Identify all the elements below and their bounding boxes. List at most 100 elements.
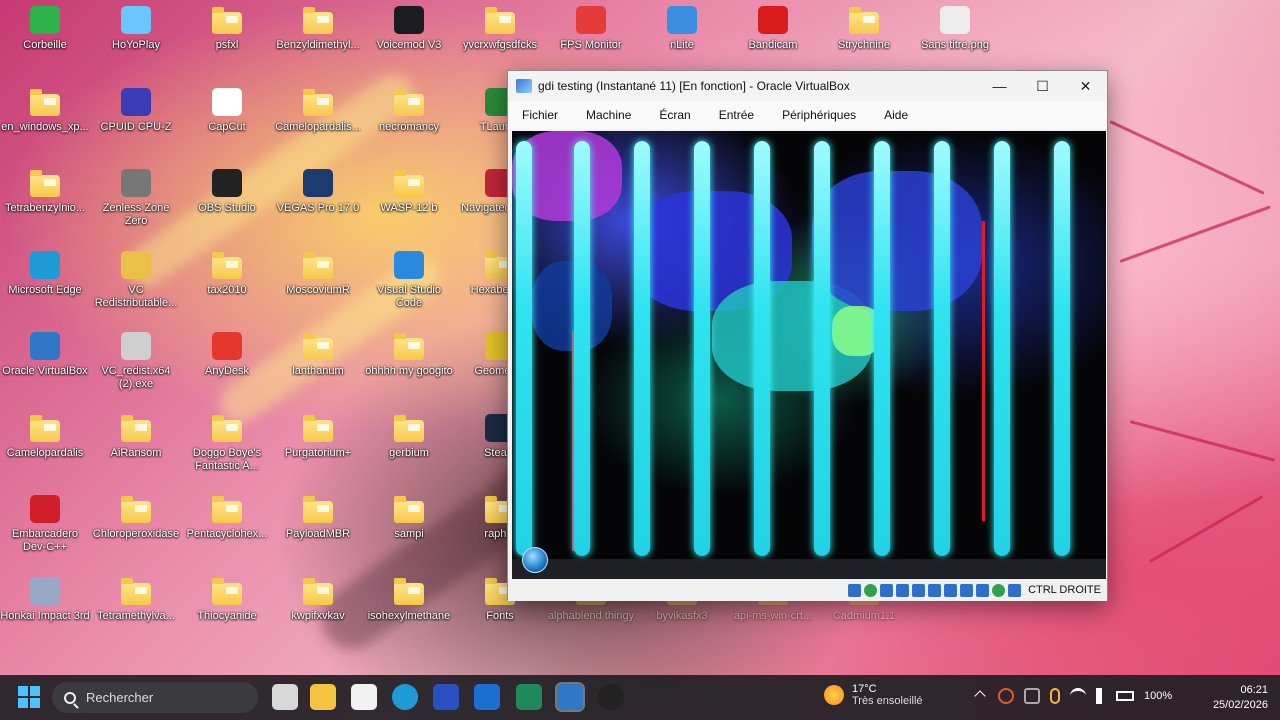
mouse-integration-icon[interactable] [992,583,1006,597]
shared-folders-icon[interactable] [928,583,942,597]
glitch-bar [874,141,890,556]
cpu-icon[interactable] [976,583,990,597]
volume-icon[interactable] [1096,688,1106,704]
maximize-button[interactable]: ☐ [1021,71,1064,101]
desktop-icon[interactable]: isohexylmethane [364,577,454,657]
menu-entree[interactable]: Entrée [705,108,768,122]
folder-icon [303,7,333,34]
chevron-up-icon[interactable] [974,690,986,702]
desktop-icon-label: CPUID CPU-Z [100,120,172,133]
desktop-icon[interactable]: Tetramethylva... [91,577,181,657]
desktop-icon[interactable]: Honkai Impact 3rd [0,576,90,657]
desktop-icon[interactable]: VC_redist.x64 (2).exe [91,332,181,412]
app-icon [30,6,60,34]
close-button[interactable]: ✕ [1064,71,1107,101]
desktop-icon[interactable]: psfxl [182,6,272,86]
desktop-icon[interactable]: Corbeille [0,6,90,86]
desktop-icon-label: Strychnine [838,39,890,51]
desktop-icon[interactable]: WASP-12 b [364,169,454,249]
desktop-icon[interactable]: VC Redistributable... [91,250,181,331]
glitch-bar [516,141,532,556]
desktop-icon[interactable]: AiRansom [91,414,181,494]
battery-icon[interactable] [1116,691,1134,701]
microphone-icon[interactable] [1050,688,1060,704]
desktop-icon[interactable]: sampi [364,495,454,575]
edge-icon[interactable] [392,684,418,710]
desktop-icon-label: FPS Monitor [560,39,622,51]
desktop-icon[interactable]: Camelopardalis... [273,88,363,168]
vm-taskbar [512,559,1106,579]
desktop-icon[interactable]: Benzyldimethyl... [273,6,363,86]
weather-temp: 17°C [852,683,877,695]
menu-ecran[interactable]: Écran [645,108,704,122]
desktop-icon[interactable]: Tetrabenzylnio... [0,169,90,249]
vscode-like-icon[interactable] [516,684,542,710]
desktop-icon[interactable]: Microsoft Edge [0,250,90,331]
desktop-icon[interactable]: CPUID CPU-Z [91,87,181,168]
task-view-icon[interactable] [272,684,298,710]
obs-taskbar-icon[interactable] [598,684,624,710]
start-button[interactable] [18,686,40,708]
display-icon[interactable] [944,583,958,597]
minimize-button[interactable]: — [978,71,1021,101]
desktop-icon[interactable]: Oracle VirtualBox [0,332,90,412]
desktop-icon[interactable]: gerbium [364,414,454,494]
glitch-bar [574,141,590,556]
menu-machine[interactable]: Machine [572,108,645,122]
desktop-icon[interactable]: Voicemod V3 [364,6,454,86]
vm-start-orb-icon[interactable] [522,547,548,573]
desktop-icon[interactable]: en_windows_xp... [0,88,90,168]
desktop-icon[interactable]: Doggo Boye's Fantastic A... [182,414,272,494]
desktop-icon[interactable]: AnyDesk [182,332,272,412]
hard-disk-icon[interactable] [848,583,862,597]
desktop-icon[interactable]: Camelopardalis [0,414,90,494]
desktop-icon[interactable]: Purgatorium+ [273,414,363,494]
menu-peripheriques[interactable]: Périphériques [768,108,870,122]
desktop-icon[interactable]: PayloadMBR [273,495,363,575]
desktop-icon[interactable]: Zenless Zone Zero [91,169,181,249]
virtualbox-window[interactable]: gdi testing (Instantané 11) [En fonction… [507,70,1108,601]
folder-icon [121,414,151,442]
desktop-icon[interactable]: HoYoPlay [91,6,181,86]
recording-icon[interactable] [960,583,974,597]
file-explorer-icon[interactable] [310,684,336,710]
weather-desc: Très ensoleillé [852,695,923,707]
keyboard-icon[interactable] [1008,583,1022,597]
vegas-icon[interactable] [433,684,459,710]
wifi-icon[interactable] [1070,688,1086,704]
desktop-icon[interactable]: MoscoviumR [273,251,363,331]
clock[interactable]: 06:21 25/02/2026 [1213,683,1268,713]
store-icon[interactable] [351,684,377,710]
desktop-icon[interactable]: Embarcadero Dev-C++ [0,495,90,575]
desktop-icon[interactable]: Pentacyclohex... [182,495,272,575]
desktop-icon[interactable]: Chloroperoxidase [91,495,181,575]
desktop-icon[interactable]: ohhhh my googito [364,332,454,412]
vm-display[interactable] [512,131,1106,579]
menu-fichier[interactable]: Fichier [508,108,572,122]
search-box[interactable]: Rechercher [52,682,258,713]
weather-widget[interactable]: 17°C Très ensoleillé [824,683,923,707]
desktop-icon[interactable]: OBS Studio [182,169,272,249]
optical-drive-icon[interactable] [864,583,878,597]
desktop-icon[interactable]: kwpifxvkav [273,577,363,657]
menu-aide[interactable]: Aide [870,108,922,122]
outlook-icon[interactable] [474,684,500,710]
desktop-icon[interactable]: Thiocyanide [182,577,272,657]
usb-icon[interactable] [912,583,926,597]
desktop-icon-label: Camelopardalis... [275,120,361,133]
desktop-icon[interactable]: lanthanum [273,332,363,412]
network-icon[interactable] [896,583,910,597]
audio-icon[interactable] [880,583,894,597]
desktop-icon[interactable]: necromancy [364,88,454,168]
notifications-off-icon[interactable] [1024,688,1040,704]
folder-icon [485,7,515,34]
app-icon [121,332,151,360]
desktop-icon[interactable]: tax2010 [182,251,272,331]
desktop-icon[interactable]: VEGAS Pro 17.0 [273,169,363,249]
desktop-icon[interactable]: Visual Studio Code [364,250,454,331]
virtualbox-taskbar-icon[interactable] [555,682,585,712]
desktop-icon[interactable]: CapCut [182,87,272,168]
desktop-icon-label: Benzyldimethyl... [276,39,360,51]
window-titlebar[interactable]: gdi testing (Instantané 11) [En fonction… [508,71,1107,101]
sync-icon[interactable] [998,688,1014,704]
